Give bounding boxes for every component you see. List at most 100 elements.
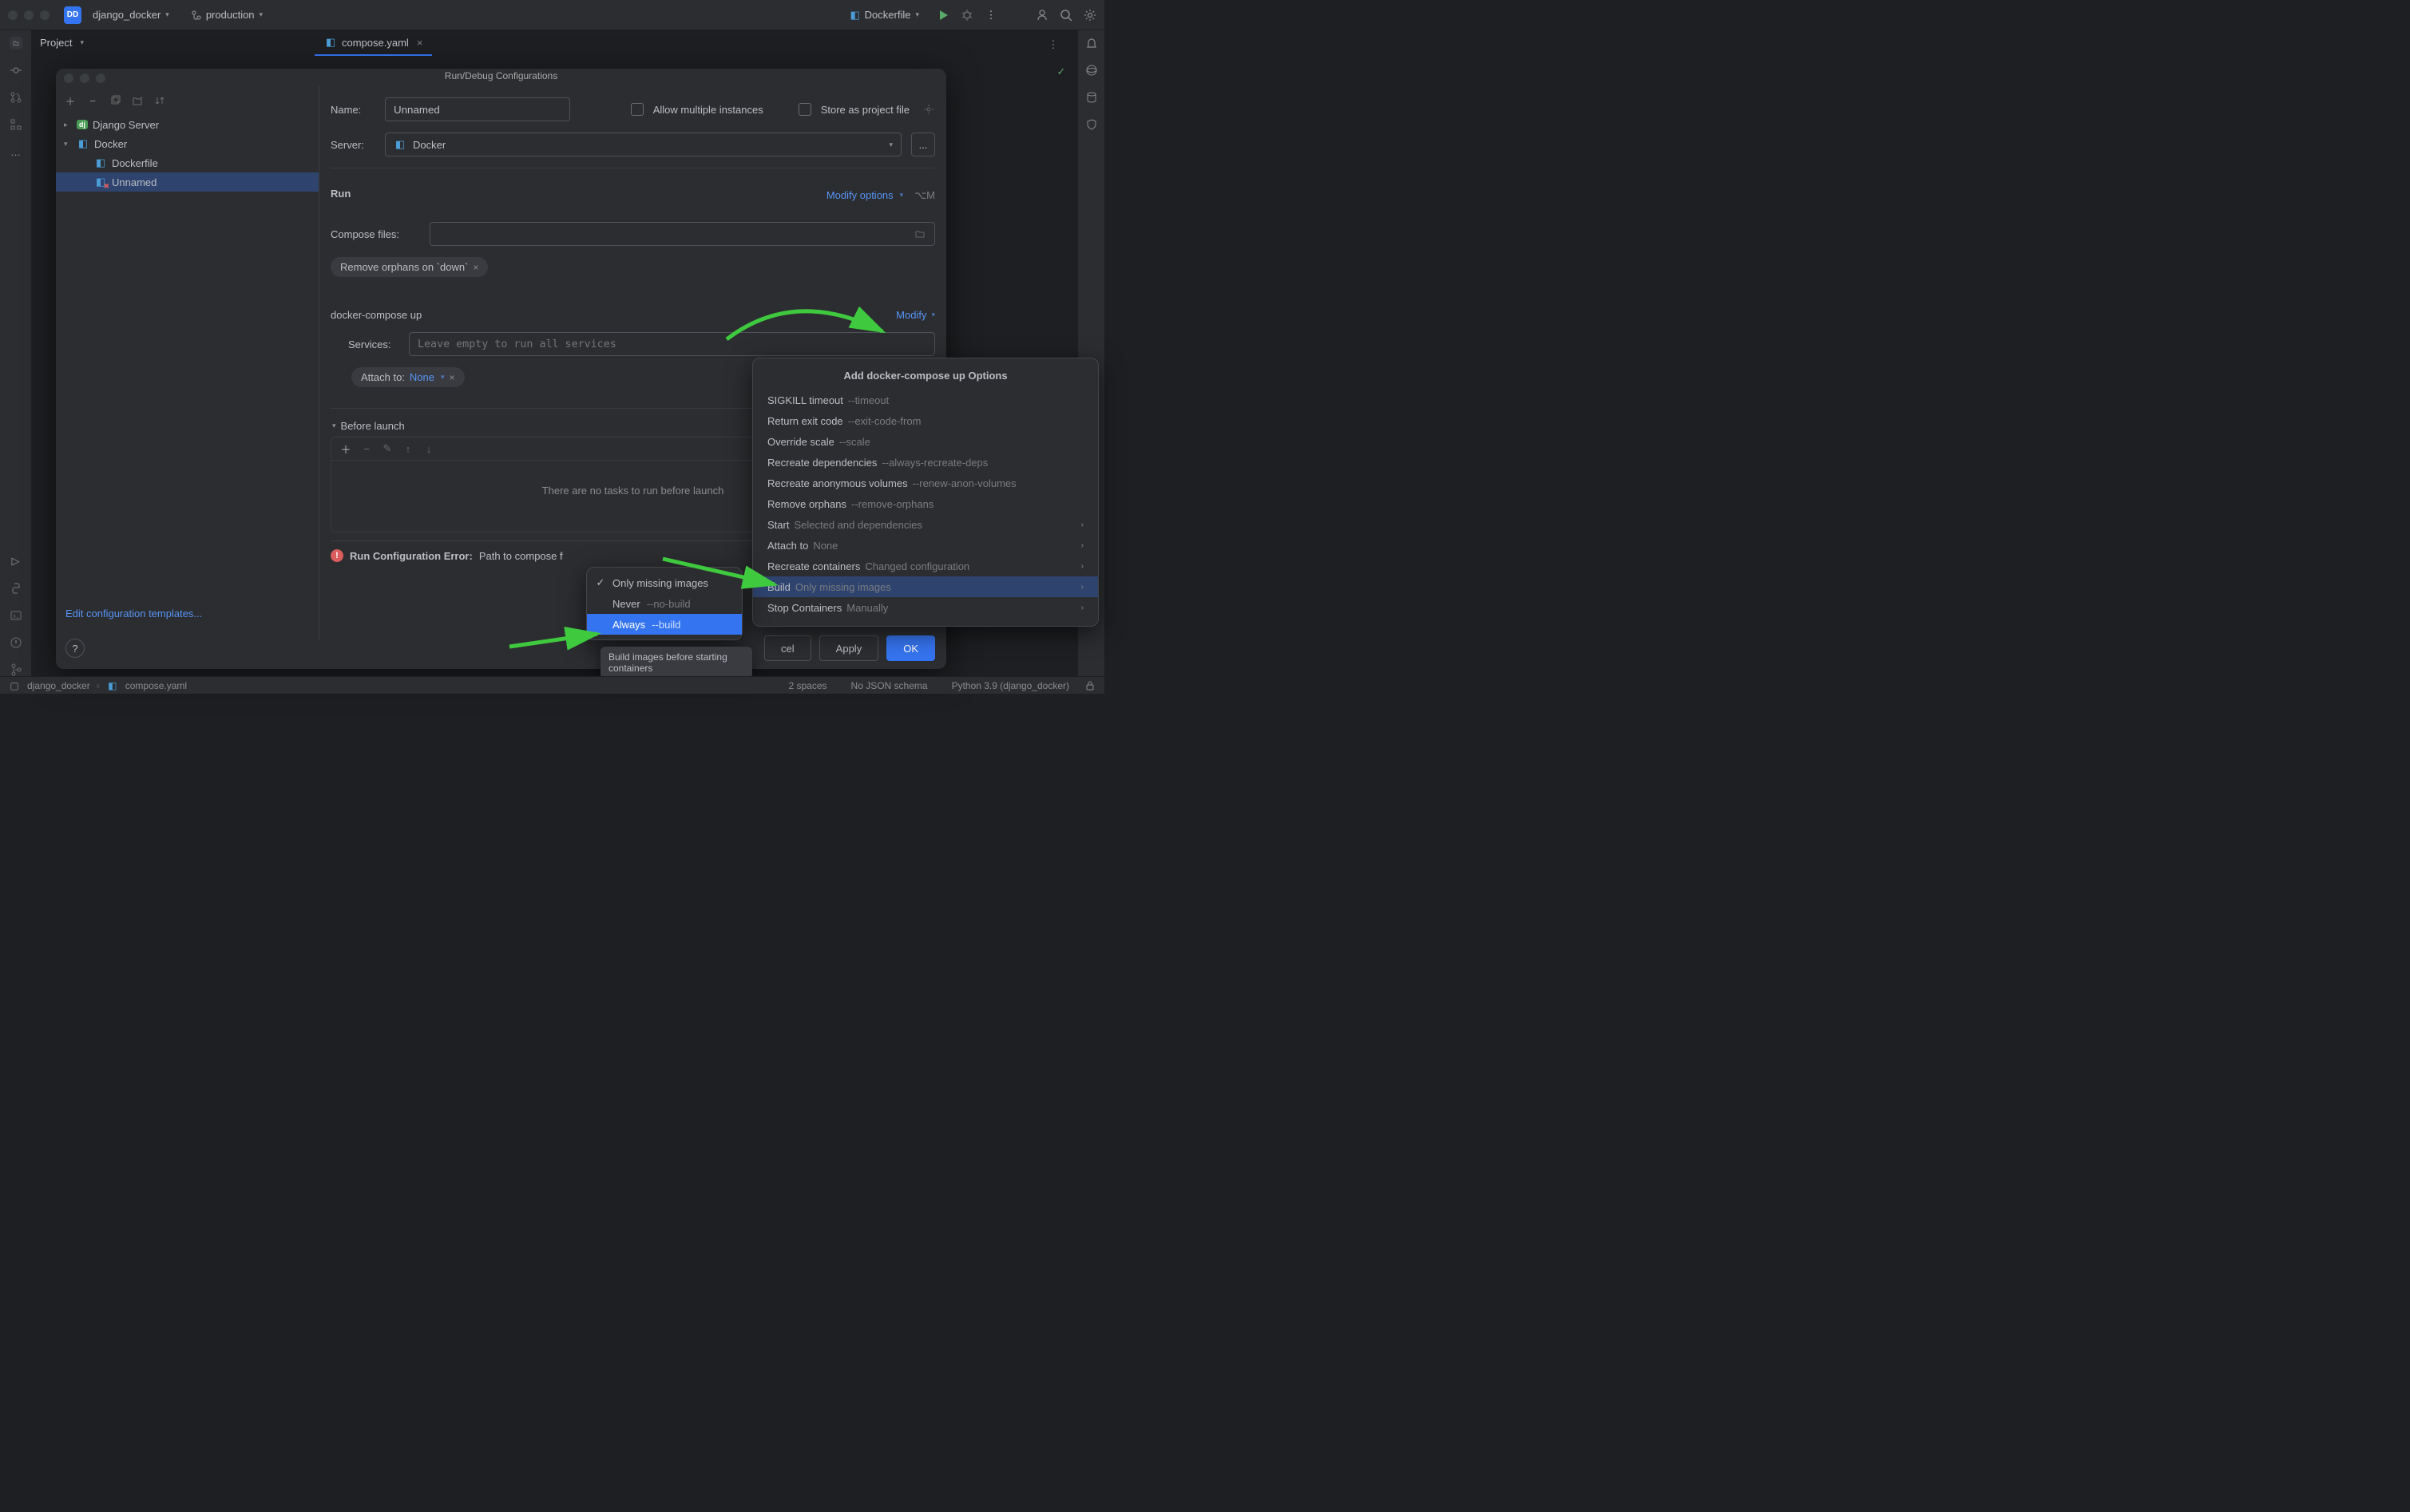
debug-icon[interactable] <box>961 9 973 22</box>
add-icon[interactable]: ＋ <box>339 442 352 455</box>
status-schema[interactable]: No JSON schema <box>851 680 928 691</box>
gear-icon[interactable] <box>922 103 935 116</box>
option-item[interactable]: Override scale--scale <box>753 431 1098 452</box>
submenu-item[interactable]: Always--build <box>587 614 742 635</box>
option-hint: --exit-code-from <box>848 415 922 427</box>
copy-icon[interactable] <box>109 94 121 107</box>
down-icon[interactable]: ↓ <box>422 442 435 455</box>
store-project-checkbox[interactable] <box>799 103 811 116</box>
vcs-branch[interactable]: production ▾ <box>184 6 269 25</box>
chevron-right-icon: › <box>1081 604 1084 612</box>
attach-to-chip[interactable]: Attach to: None ▾ × <box>351 367 465 387</box>
remove-orphans-chip[interactable]: Remove orphans on `down` × <box>331 257 488 277</box>
attach-to-value[interactable]: None <box>410 371 434 383</box>
terminal-icon[interactable] <box>10 609 22 622</box>
notifications-icon[interactable] <box>1085 37 1098 49</box>
status-indent[interactable]: 2 spaces <box>789 680 827 691</box>
help-button[interactable]: ? <box>65 639 85 658</box>
tree-item-docker[interactable]: ▾ ◧ Docker <box>56 134 319 153</box>
chevron-down-icon[interactable]: ▾ <box>441 373 445 382</box>
crumb-project[interactable]: django_docker <box>27 680 90 691</box>
option-item[interactable]: Recreate containersChanged configuration… <box>753 556 1098 576</box>
window-controls[interactable] <box>8 10 50 20</box>
gear-icon[interactable] <box>1084 9 1096 22</box>
tree-item-dockerfile[interactable]: ◧ Dockerfile <box>56 153 319 172</box>
option-item[interactable]: SIGKILL timeout--timeout <box>753 390 1098 410</box>
dialog-max-dot[interactable] <box>96 73 105 83</box>
option-item[interactable]: Remove orphans--remove-orphans <box>753 493 1098 514</box>
dialog-min-dot[interactable] <box>80 73 89 83</box>
submenu-item[interactable]: Never--no-build <box>587 593 742 614</box>
project-tool-icon[interactable] <box>10 37 22 49</box>
min-dot[interactable] <box>24 10 34 20</box>
server-value: Docker <box>413 139 446 151</box>
shield-icon[interactable] <box>1085 118 1098 131</box>
folder-icon[interactable] <box>914 228 926 240</box>
vcs-icon[interactable] <box>10 663 22 676</box>
apply-button[interactable]: Apply <box>819 635 879 661</box>
modify-link[interactable]: Modify <box>896 309 926 321</box>
lock-icon[interactable] <box>1084 679 1096 692</box>
allow-multiple-checkbox[interactable] <box>631 103 644 116</box>
problems-icon[interactable] <box>10 636 22 649</box>
close-tab-icon[interactable]: × <box>417 37 423 49</box>
database-icon[interactable] <box>1085 91 1098 104</box>
inspection-ok-icon[interactable]: ✓ <box>1055 65 1068 78</box>
commit-tool-icon[interactable] <box>10 64 22 77</box>
cancel-button[interactable]: cel <box>764 635 811 661</box>
run-tool-icon[interactable]: ▷ <box>10 555 22 568</box>
dialog-close-dot[interactable] <box>64 73 73 83</box>
option-item[interactable]: Stop ContainersManually› <box>753 597 1098 618</box>
compose-files-input[interactable] <box>430 222 935 246</box>
project-icon[interactable]: ▢ <box>8 679 21 692</box>
option-item[interactable]: Recreate dependencies--always-recreate-d… <box>753 452 1098 473</box>
editor-tab[interactable]: ◧ compose.yaml × <box>315 30 432 56</box>
save-template-icon[interactable]: + <box>131 94 144 107</box>
project-selector[interactable]: django_docker ▾ <box>86 6 176 24</box>
collapse-icon[interactable]: ▾ <box>332 422 336 430</box>
tree-item-unnamed[interactable]: ◧✖ Unnamed <box>56 172 319 192</box>
status-interpreter[interactable]: Python 3.9 (django_docker) <box>952 680 1069 691</box>
collapse-icon[interactable]: ▾ <box>64 140 72 148</box>
submenu-item[interactable]: ✓Only missing images <box>587 572 742 593</box>
more-tools-icon[interactable]: … <box>10 145 22 158</box>
max-dot[interactable] <box>40 10 50 20</box>
server-select[interactable]: ◧ Docker ▾ <box>385 133 902 156</box>
chip-remove-icon[interactable]: × <box>473 262 478 273</box>
more-icon[interactable]: ⋮ <box>985 9 997 22</box>
ok-button[interactable]: OK <box>886 635 935 661</box>
chip-remove-icon[interactable]: × <box>450 372 455 383</box>
add-icon[interactable]: ＋ <box>64 94 77 107</box>
option-item[interactable]: Recreate anonymous volumes--renew-anon-v… <box>753 473 1098 493</box>
editor-more-icon[interactable]: ⋮ <box>1047 38 1060 51</box>
edit-icon[interactable]: ✎ <box>381 442 394 455</box>
remove-icon[interactable]: − <box>86 94 99 107</box>
name-input[interactable] <box>385 97 570 121</box>
services-input[interactable] <box>409 332 935 356</box>
expand-icon[interactable]: ▸ <box>64 121 72 129</box>
sort-icon[interactable] <box>153 94 166 107</box>
pr-tool-icon[interactable] <box>10 91 22 104</box>
option-item[interactable]: Attach toNone› <box>753 535 1098 556</box>
option-item[interactable]: BuildOnly missing images› <box>753 576 1098 597</box>
tree-item-django-server[interactable]: ▸ dj Django Server <box>56 115 319 134</box>
chevron-down-icon[interactable]: ▾ <box>80 38 84 47</box>
remove-icon[interactable]: − <box>360 442 373 455</box>
ai-icon[interactable] <box>1085 64 1098 77</box>
config-tree[interactable]: ▸ dj Django Server ▾ ◧ Docker ◧ Dockerfi… <box>56 110 319 196</box>
structure-tool-icon[interactable] <box>10 118 22 131</box>
close-dot[interactable] <box>8 10 18 20</box>
edit-templates-link[interactable]: Edit configuration templates... <box>65 608 202 619</box>
compose-up-section: docker-compose up <box>331 309 422 321</box>
collab-icon[interactable] <box>1036 9 1048 22</box>
up-icon[interactable]: ↑ <box>402 442 414 455</box>
crumb-file[interactable]: compose.yaml <box>125 680 187 691</box>
python-console-icon[interactable] <box>10 582 22 595</box>
option-item[interactable]: StartSelected and dependencies› <box>753 514 1098 535</box>
run-config-selector[interactable]: ◧ Dockerfile ▾ <box>842 6 926 25</box>
search-icon[interactable] <box>1060 9 1072 22</box>
option-item[interactable]: Return exit code--exit-code-from <box>753 410 1098 431</box>
server-browse-button[interactable]: ... <box>911 133 935 156</box>
modify-options-link[interactable]: Modify options <box>826 189 894 201</box>
run-icon[interactable] <box>937 9 949 22</box>
